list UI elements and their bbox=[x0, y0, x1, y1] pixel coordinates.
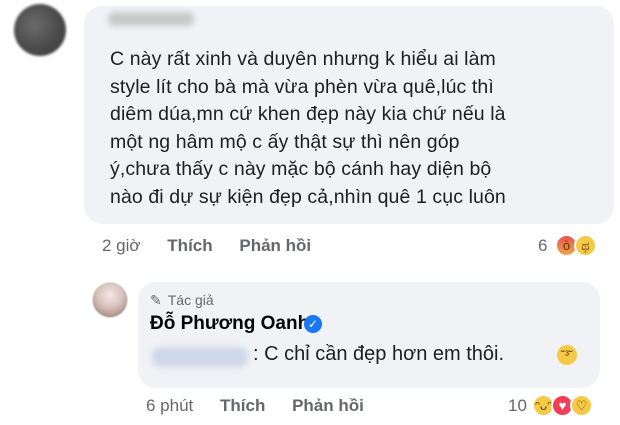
reply-actions: 6 phút Thích Phản hồi bbox=[146, 396, 386, 416]
commenter-name-blurred[interactable] bbox=[108, 12, 194, 26]
care-face-glyph: ♡ bbox=[575, 398, 588, 413]
author-tag-label: Tác giả bbox=[167, 292, 214, 308]
verified-badge-icon: ✓ bbox=[304, 315, 322, 333]
author-badge: ✎ Tác giả bbox=[150, 292, 214, 309]
reaction-count[interactable]: 10 bbox=[508, 396, 527, 416]
comment-line: nào đi dự sự kiện đẹp cả,nhìn quê 1 cục … bbox=[110, 185, 506, 208]
reaction-count[interactable]: 6 bbox=[538, 236, 547, 256]
comment-line: ý,chưa thấy c này mặc bộ cánh hay diện b… bbox=[110, 158, 492, 181]
sad-face-glyph: ಥ bbox=[581, 238, 590, 253]
author-avatar[interactable] bbox=[92, 282, 128, 318]
author-name[interactable]: Đỗ Phương Oanh bbox=[150, 313, 309, 335]
reply-text: : C chỉ cần đẹp hơn em thôi. bbox=[253, 343, 505, 365]
like-button[interactable]: Thích bbox=[220, 396, 265, 415]
comment-line: một ng hâm mộ c ấy thật sự thì nên góp bbox=[110, 130, 460, 153]
comment-line: C này rất xinh và duyên nhưng k hiểu ai … bbox=[110, 48, 496, 70]
comment-line: diêm dúa,mn cứ khen đẹp này kia chứ nếu … bbox=[110, 103, 506, 126]
like-button[interactable]: Thích bbox=[167, 236, 212, 255]
comment-time[interactable]: 2 giờ bbox=[102, 236, 141, 255]
reply-time[interactable]: 6 phút bbox=[146, 396, 193, 415]
kissing-emoji-icon: ˘³˘ bbox=[557, 345, 577, 365]
comment-text: C này rất xinh và duyên nhưng k hiểu ai … bbox=[110, 46, 610, 212]
reply-button[interactable]: Phản hồi bbox=[239, 236, 311, 255]
care-reaction-icon[interactable]: ♡ bbox=[570, 394, 593, 417]
commenter-avatar-blurred[interactable] bbox=[14, 4, 66, 56]
sad-reaction-icon[interactable]: ಥ bbox=[574, 234, 597, 257]
comment-actions: 2 giờ Thích Phản hồi bbox=[102, 236, 333, 256]
comment-line: style lít cho bà mà vừa phèn vừa quê,lúc… bbox=[110, 75, 494, 98]
mentioned-user-blurred[interactable] bbox=[152, 347, 248, 367]
reply-button[interactable]: Phản hồi bbox=[292, 396, 364, 415]
pencil-icon: ✎ bbox=[150, 292, 162, 308]
